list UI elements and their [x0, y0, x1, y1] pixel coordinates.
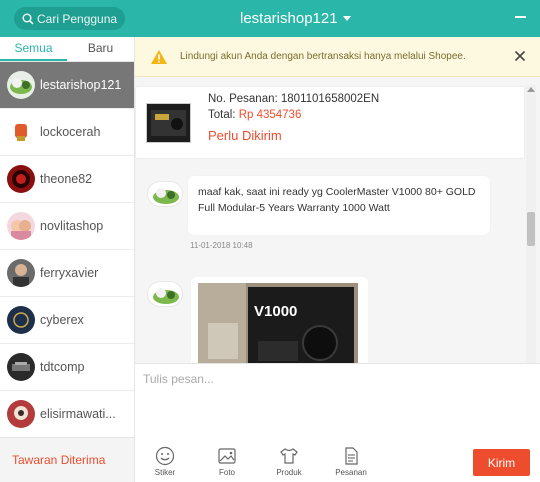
shop-selector[interactable]: lestarishop121: [240, 0, 351, 37]
avatar: [7, 118, 35, 146]
message-bubble: maaf kak, saat ini ready yg CoolerMaster…: [188, 176, 490, 235]
conversation-sidebar: Semua Baru lestarishop121 lockocerah the…: [0, 37, 135, 482]
avatar: [7, 212, 35, 240]
security-notice: Lindungi akun Anda dengan bertransaksi h…: [135, 37, 540, 77]
avatar: [7, 306, 35, 334]
order-status: Perlu Dikirim: [208, 128, 282, 143]
contact-item[interactable]: elisirmawati...: [0, 391, 134, 438]
avatar: [147, 281, 183, 307]
tab-baru[interactable]: Baru: [67, 37, 134, 61]
avatar: [7, 400, 35, 428]
avatar: [7, 353, 35, 381]
scroll-up-icon[interactable]: [527, 87, 535, 92]
contact-item[interactable]: cyberex: [0, 297, 134, 344]
search-icon: [22, 13, 34, 25]
contact-item[interactable]: lestarishop121: [0, 62, 134, 109]
contact-name: tdtcomp: [40, 360, 85, 374]
order-button[interactable]: Pesanan: [331, 446, 371, 477]
message-composer: Stiker Foto Produk Pesanan Kirim: [135, 363, 540, 482]
minimize-icon[interactable]: [515, 16, 526, 18]
sticker-button[interactable]: Stiker: [145, 446, 185, 477]
photo-label: Foto: [218, 468, 235, 477]
contact-name: novlitashop: [40, 219, 104, 233]
image-message[interactable]: V1000: [191, 277, 368, 363]
photo-button[interactable]: Foto: [207, 446, 247, 477]
order-total-value: Rp 4354736: [238, 109, 302, 121]
avatar: [7, 165, 35, 193]
product-photo: V1000: [198, 283, 358, 363]
shirt-icon: [280, 448, 298, 464]
contact-name: theone82: [40, 172, 93, 186]
avatar: [7, 71, 35, 99]
tab-semua[interactable]: Semua: [0, 37, 67, 61]
contact-item[interactable]: tdtcomp: [0, 344, 134, 391]
message-input[interactable]: [143, 372, 528, 432]
chat-history: No. Pesanan: 1801101658002EN Total: Rp 4…: [135, 77, 540, 363]
photo-caption: V1000: [254, 303, 298, 320]
product-thumbnail: [146, 103, 191, 143]
contact-name: elisirmawati...: [40, 407, 116, 421]
search-box[interactable]: [14, 7, 125, 30]
scrollbar-thumb[interactable]: [527, 212, 535, 246]
contact-name: cyberex: [40, 313, 84, 327]
conversation-tabs: Semua Baru: [0, 37, 134, 62]
avatar: [7, 259, 35, 287]
notice-text: Lindungi akun Anda dengan bertransaksi h…: [180, 51, 466, 62]
message-timestamp: 11-01-2018 10:48: [190, 241, 253, 250]
contact-item[interactable]: ferryxavier: [0, 250, 134, 297]
search-input[interactable]: [37, 11, 123, 26]
header-bar: lestarishop121: [0, 0, 540, 37]
send-button[interactable]: Kirim: [473, 449, 530, 476]
close-icon[interactable]: [514, 50, 526, 62]
shop-name: lestarishop121: [240, 10, 338, 27]
document-icon: [345, 447, 358, 465]
product-label: Produk: [276, 468, 302, 477]
warning-icon: [151, 49, 167, 64]
contact-name: ferryxavier: [40, 266, 99, 280]
order-number: No. Pesanan: 1801101658002EN: [208, 93, 380, 105]
offers-received-link[interactable]: Tawaran Diterima: [0, 437, 134, 482]
order-total: Total: Rp 4354736: [208, 109, 302, 121]
sticker-label: Stiker: [154, 468, 176, 477]
chat-scrollbar[interactable]: [526, 85, 536, 363]
order-card[interactable]: No. Pesanan: 1801101658002EN Total: Rp 4…: [135, 86, 525, 159]
contact-item[interactable]: novlitashop: [0, 203, 134, 250]
chevron-down-icon: [342, 16, 351, 21]
smiley-icon: [155, 446, 175, 466]
contact-item[interactable]: theone82: [0, 156, 134, 203]
photo-icon: [218, 448, 236, 464]
contact-item[interactable]: lockocerah: [0, 109, 134, 156]
order-label: Pesanan: [335, 468, 367, 477]
avatar: [147, 181, 183, 207]
product-button[interactable]: Produk: [269, 446, 309, 477]
contact-name: lestarishop121: [40, 78, 122, 92]
contact-name: lockocerah: [40, 125, 101, 139]
